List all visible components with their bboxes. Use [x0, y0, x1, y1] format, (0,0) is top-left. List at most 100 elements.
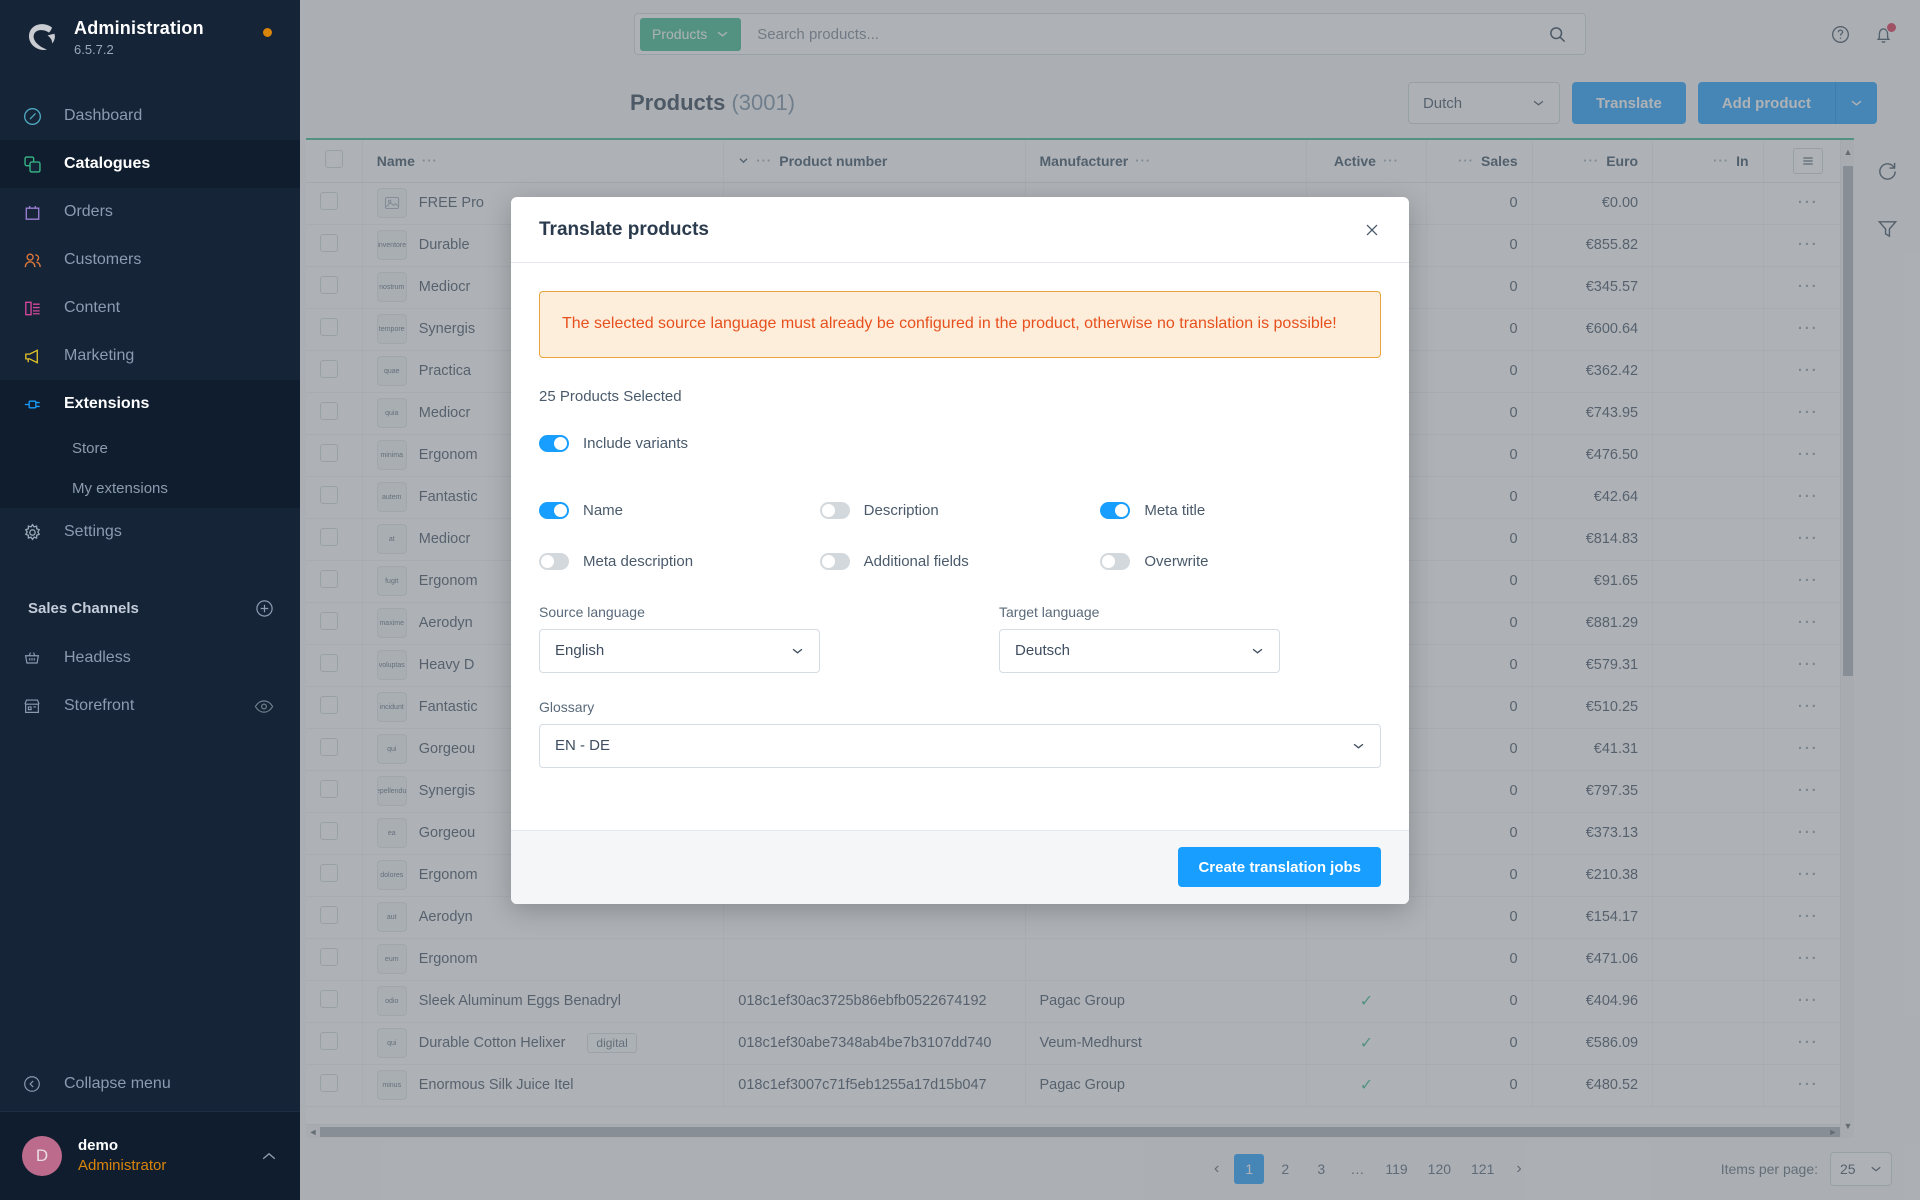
source-language-value: English: [555, 642, 605, 660]
sidebar-item-customers[interactable]: Customers: [0, 236, 300, 284]
toggle-meta-title[interactable]: Meta title: [1100, 501, 1381, 519]
user-role: Administrator: [78, 1157, 167, 1174]
toggle-label: Meta title: [1144, 501, 1206, 519]
toggle-description[interactable]: Description: [819, 501, 1101, 519]
orders-icon: [22, 202, 48, 223]
shopware-logo-icon: [22, 19, 60, 57]
sidebar-item-marketing[interactable]: Marketing: [0, 332, 300, 380]
modal-header: Translate products: [511, 197, 1409, 263]
glossary-label: Glossary: [539, 698, 595, 715]
sidebar-item-label: Content: [64, 299, 121, 317]
source-language-select[interactable]: English: [539, 628, 820, 673]
collapse-menu-button[interactable]: Collapse menu: [0, 1056, 300, 1112]
toggle-label: Overwrite: [1144, 552, 1209, 570]
storefront-icon: [22, 696, 48, 716]
avatar: D: [22, 1136, 62, 1176]
chevron-down-icon: [791, 647, 804, 655]
user-name: demo: [78, 1136, 119, 1154]
sidebar-brand[interactable]: Administration 6.5.7.2: [0, 0, 300, 74]
sidebar-channel-headless[interactable]: Headless: [0, 634, 300, 682]
field-toggles-row-1: Name Description Meta title: [539, 501, 1381, 519]
add-sales-channel-icon[interactable]: [255, 599, 274, 618]
sidebar-item-content[interactable]: Content: [0, 284, 300, 332]
catalogues-icon: [22, 154, 48, 175]
sidebar-item-label: Extensions: [64, 395, 150, 413]
user-profile[interactable]: D demo Administrator: [0, 1112, 300, 1200]
toggle-switch[interactable]: [819, 552, 850, 570]
sidebar-item-orders[interactable]: Orders: [0, 188, 300, 236]
toggle-meta-description[interactable]: Meta description: [539, 552, 820, 570]
sidebar-item-label: Marketing: [64, 347, 135, 365]
toggle-label: Additional fields: [863, 552, 969, 570]
toggle-switch[interactable]: [539, 552, 569, 570]
translate-products-modal: Translate products The selected source l…: [511, 197, 1409, 904]
sidebar-item-dashboard[interactable]: Dashboard: [0, 92, 300, 140]
toggle-label: Name: [583, 501, 624, 519]
sidebar-channel-label: Storefront: [64, 697, 135, 715]
target-language-label: Target language: [999, 603, 1100, 620]
sidebar-item-label: Catalogues: [64, 155, 151, 173]
sidebar-item-label: Customers: [64, 251, 142, 269]
toggle-knob: [554, 436, 567, 450]
toggle-knob: [554, 503, 567, 517]
sidebar-item-label: Settings: [64, 523, 122, 541]
toggle-include-variants[interactable]: Include variants: [539, 434, 820, 452]
source-language-label: Source language: [539, 603, 645, 620]
include-variants-row: Include variants: [539, 434, 1381, 452]
glossary-field-row: Glossary EN - DE: [539, 699, 1381, 768]
create-translation-jobs-button[interactable]: Create translation jobs: [1178, 847, 1381, 888]
marketing-icon: [22, 346, 48, 367]
toggle-switch[interactable]: [539, 501, 569, 519]
modal-body: The selected source language must alread…: [511, 263, 1409, 830]
close-icon[interactable]: [1363, 221, 1381, 239]
customers-icon: [22, 250, 48, 271]
target-language-select[interactable]: Deutsch: [999, 628, 1280, 673]
preview-storefront-icon[interactable]: [254, 699, 274, 714]
toggle-switch[interactable]: [1100, 501, 1131, 519]
chevron-up-icon[interactable]: [260, 1151, 278, 1162]
toggle-name[interactable]: Name: [539, 501, 820, 519]
sidebar-item-label: Dashboard: [64, 107, 143, 125]
sidebar-channel-label: Headless: [64, 649, 131, 667]
update-indicator-dot: [263, 28, 272, 37]
target-language-value: Deutsch: [1015, 642, 1071, 660]
toggle-switch[interactable]: [539, 434, 569, 452]
toggle-knob: [821, 503, 835, 517]
sidebar-brand-title: Administration: [74, 18, 204, 38]
extensions-icon: [22, 394, 48, 415]
sidebar-item-settings[interactable]: Settings: [0, 508, 300, 556]
sidebar-channel-storefront[interactable]: Storefront: [0, 682, 300, 730]
collapse-menu-label: Collapse menu: [64, 1074, 171, 1092]
glossary-select[interactable]: EN - DE: [539, 723, 1381, 768]
glossary-field: Glossary EN - DE: [539, 699, 1381, 768]
collapse-icon: [22, 1074, 48, 1094]
sidebar-item-catalogues[interactable]: Catalogues: [0, 140, 300, 189]
sidebar: Administration 6.5.7.2 Dashboard Catalog…: [0, 0, 300, 1200]
toggle-knob: [1102, 554, 1116, 568]
field-toggles-row-2: Meta description Additional fields Overw…: [539, 552, 1381, 570]
sidebar-nav: Dashboard Catalogues Orders Customers Co…: [0, 92, 300, 556]
modal-title: Translate products: [539, 218, 709, 240]
glossary-value: EN - DE: [555, 737, 611, 755]
toggle-overwrite[interactable]: Overwrite: [1100, 552, 1381, 570]
toggle-label: Meta description: [583, 552, 694, 570]
chevron-down-icon: [1352, 742, 1365, 750]
sidebar-subitem-my-extensions[interactable]: My extensions: [0, 468, 300, 509]
selection-count: 25 Products Selected: [539, 387, 682, 405]
source-language-field: Source language English: [539, 604, 820, 673]
language-fields-row: Source language English Target language …: [539, 604, 1381, 673]
modal-footer: Create translation jobs: [511, 829, 1409, 904]
toggle-knob: [541, 554, 554, 568]
sidebar-item-extensions[interactable]: Extensions: [0, 380, 300, 429]
toggle-switch[interactable]: [1100, 552, 1131, 570]
toggle-switch[interactable]: [819, 501, 850, 519]
settings-icon: [22, 522, 48, 543]
toggle-additional-fields[interactable]: Additional fields: [819, 552, 1101, 570]
target-language-field: Target language Deutsch: [999, 604, 1280, 673]
toggle-knob: [821, 554, 835, 568]
sidebar-subitem-label: My extensions: [72, 479, 168, 497]
content-icon: [22, 298, 48, 319]
sidebar-subitem-label: Store: [72, 439, 108, 457]
sidebar-subitem-store[interactable]: Store: [0, 428, 300, 469]
